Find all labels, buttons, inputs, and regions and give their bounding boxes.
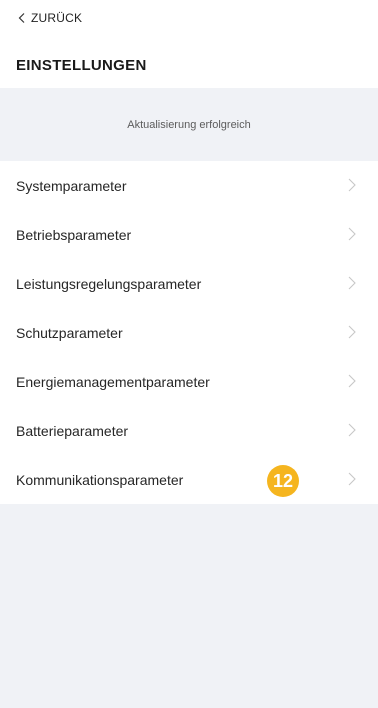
chevron-right-icon [348, 276, 356, 290]
menu-item-betriebsparameter[interactable]: Betriebsparameter [0, 210, 378, 259]
page-title: EINSTELLUNGEN [16, 57, 147, 74]
menu-item-label: Betriebsparameter [16, 226, 132, 243]
step-number-badge: 12 [267, 465, 299, 497]
title-bar: EINSTELLUNGEN [0, 38, 378, 88]
status-text: Aktualisierung erfolgreich [127, 118, 251, 131]
chevron-right-icon [348, 423, 356, 437]
back-label: ZURÜCK [31, 11, 83, 25]
menu-item-label: Leistungsregelungsparameter [16, 275, 202, 292]
status-notice: Aktualisierung erfolgreich [0, 88, 378, 161]
top-bar: ZURÜCK [0, 0, 378, 38]
menu-item-label: Schutzparameter [16, 324, 123, 341]
empty-area [0, 504, 378, 708]
menu-item-energiemanagementparameter[interactable]: Energiemanagementparameter [0, 357, 378, 406]
menu-item-label: Kommunikationsparameter [16, 471, 184, 488]
menu-item-leistungsregelungsparameter[interactable]: Leistungsregelungsparameter [0, 259, 378, 308]
chevron-right-icon [348, 374, 356, 388]
menu-item-batterieparameter[interactable]: Batterieparameter [0, 406, 378, 455]
chevron-right-icon [348, 472, 356, 486]
menu-item-schutzparameter[interactable]: Schutzparameter [0, 308, 378, 357]
menu-item-kommunikationsparameter[interactable]: Kommunikationsparameter 12 [0, 455, 378, 504]
menu-item-label: Energiemanagementparameter [16, 373, 210, 390]
chevron-right-icon [348, 325, 356, 339]
menu-item-systemparameter[interactable]: Systemparameter [0, 161, 378, 210]
settings-menu: Systemparameter Betriebsparameter Leistu… [0, 161, 378, 504]
chevron-right-icon [348, 227, 356, 241]
back-button[interactable]: ZURÜCK [16, 11, 82, 25]
menu-item-label: Systemparameter [16, 177, 127, 194]
menu-item-label: Batterieparameter [16, 422, 129, 439]
chevron-left-icon [18, 13, 25, 23]
chevron-right-icon [348, 178, 356, 192]
